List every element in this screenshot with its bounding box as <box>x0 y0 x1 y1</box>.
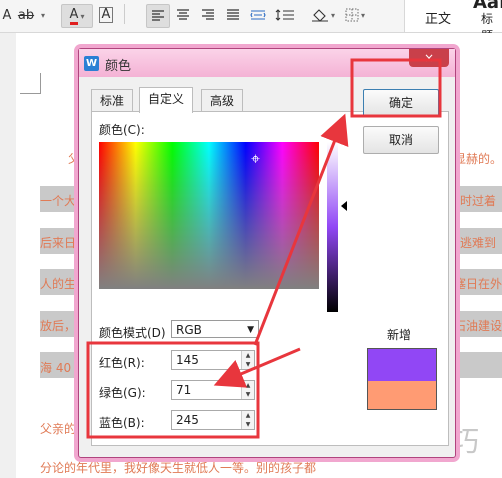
dropdown-arrow-icon: ▼ <box>247 325 254 335</box>
green-label: 绿色(G): <box>99 386 146 400</box>
border-grid-icon <box>345 8 359 22</box>
color-dialog: W 颜色 × 标准 自定义 高级 颜色(C): ⌖ 颜色模式(D) RGB ▼ … <box>78 48 456 458</box>
distribute-icon <box>250 10 266 20</box>
chevron-down-icon: ▾ <box>330 10 335 20</box>
chevron-down-icon: ▾ <box>80 11 85 21</box>
doc-line: 后来日 <box>40 236 77 250</box>
luminance-slider[interactable] <box>327 142 338 312</box>
shading-button[interactable]: ▾ <box>308 4 338 26</box>
font-color-label: A <box>69 7 79 25</box>
green-input[interactable]: 71 ▲ ▼ <box>171 380 255 400</box>
toolbar-ribbon: A ab ▾ A ▾ A ▾ ▾ 正文 AaI 标题 <box>0 0 502 43</box>
toolbar-divider <box>124 4 125 24</box>
dialog-titlebar[interactable]: W 颜色 × <box>79 49 455 77</box>
align-center-button[interactable] <box>172 4 194 26</box>
color-mode-select[interactable]: RGB ▼ <box>171 320 259 338</box>
tab-custom[interactable]: 自定义 <box>139 87 194 113</box>
color-spectrum[interactable]: ⌖ <box>99 142 319 289</box>
spin-arrows-icon[interactable]: ▲ ▼ <box>241 381 254 399</box>
doc-line: 时过着 <box>460 194 497 208</box>
justify-button[interactable] <box>222 4 244 26</box>
color-mode-label: 颜色模式(D) <box>99 326 166 340</box>
distribute-button[interactable] <box>247 4 269 26</box>
align-left-icon <box>152 10 164 21</box>
blue-input[interactable]: 245 ▲ ▼ <box>171 410 255 430</box>
current-color-swatch <box>367 381 437 410</box>
crosshair-icon: ⌖ <box>251 149 261 168</box>
spin-arrows-icon[interactable]: ▲ ▼ <box>241 411 254 429</box>
line-spacing-icon <box>275 9 294 21</box>
blue-label: 蓝色(B): <box>99 416 145 430</box>
color-mode-value: RGB <box>176 323 202 337</box>
new-color-swatch <box>367 348 437 382</box>
doc-line: 一个大 <box>40 194 77 208</box>
new-color-label: 新增 <box>387 328 412 342</box>
red-input[interactable]: 145 ▲ ▼ <box>171 350 255 370</box>
doc-line: 逃难到 <box>460 236 497 250</box>
close-button[interactable]: × <box>409 49 449 67</box>
align-right-icon <box>202 9 214 20</box>
strikethrough-label: ab <box>17 7 35 23</box>
doc-line: 显赫的。 <box>454 152 502 166</box>
align-right-button[interactable] <box>197 4 219 26</box>
page-margin-corner <box>20 73 41 94</box>
char-shading-label: A <box>98 7 114 23</box>
style-gallery: 正文 AaI 标题 <box>404 0 502 43</box>
line-spacing-button[interactable] <box>272 4 298 26</box>
color-label: 颜色(C): <box>99 123 145 137</box>
align-center-icon <box>177 9 189 20</box>
dialog-title: 颜色 <box>105 59 132 74</box>
cancel-button[interactable]: 取消 <box>363 126 439 154</box>
chevron-down-icon: ▾ <box>360 10 365 20</box>
char-shading-button[interactable]: A <box>97 4 115 26</box>
paint-bucket-icon <box>311 9 328 22</box>
doc-line: 石油建设 <box>454 319 502 333</box>
strikethrough-button[interactable]: ab <box>18 4 34 26</box>
red-label: 红色(R): <box>99 356 145 370</box>
borders-button[interactable]: ▾ <box>342 4 368 26</box>
red-value: 145 <box>176 353 199 367</box>
doc-line: 放后， <box>40 319 77 333</box>
slider-pointer-icon[interactable] <box>341 201 347 211</box>
align-left-button[interactable] <box>146 4 170 28</box>
wps-app-icon: W <box>84 56 99 71</box>
doc-line: 海 40 <box>40 361 72 375</box>
tab-advanced[interactable]: 高级 <box>201 89 244 112</box>
font-a-label: A <box>2 7 12 23</box>
doc-line: 人的生 <box>40 277 77 291</box>
tab-standard[interactable]: 标准 <box>91 89 134 112</box>
ok-button[interactable]: 确定 <box>363 89 439 117</box>
doc-line: 分论的年代里，我好像天生就低人一等。别的孩子都 <box>40 461 317 475</box>
chevron-down-icon: ▾ <box>40 10 45 20</box>
blue-value: 245 <box>176 413 199 427</box>
doc-line: 父亲的 <box>40 422 77 436</box>
strikethrough-dropdown[interactable]: ▾ <box>35 4 49 26</box>
style-normal[interactable]: 正文 <box>425 8 451 27</box>
font-a-button[interactable]: A <box>0 4 14 26</box>
green-value: 71 <box>176 383 192 397</box>
doc-line: 塞日在外 <box>454 277 502 291</box>
font-color-button[interactable]: A ▾ <box>61 4 93 28</box>
justify-icon <box>227 9 239 20</box>
spin-arrows-icon[interactable]: ▲ ▼ <box>241 351 254 369</box>
